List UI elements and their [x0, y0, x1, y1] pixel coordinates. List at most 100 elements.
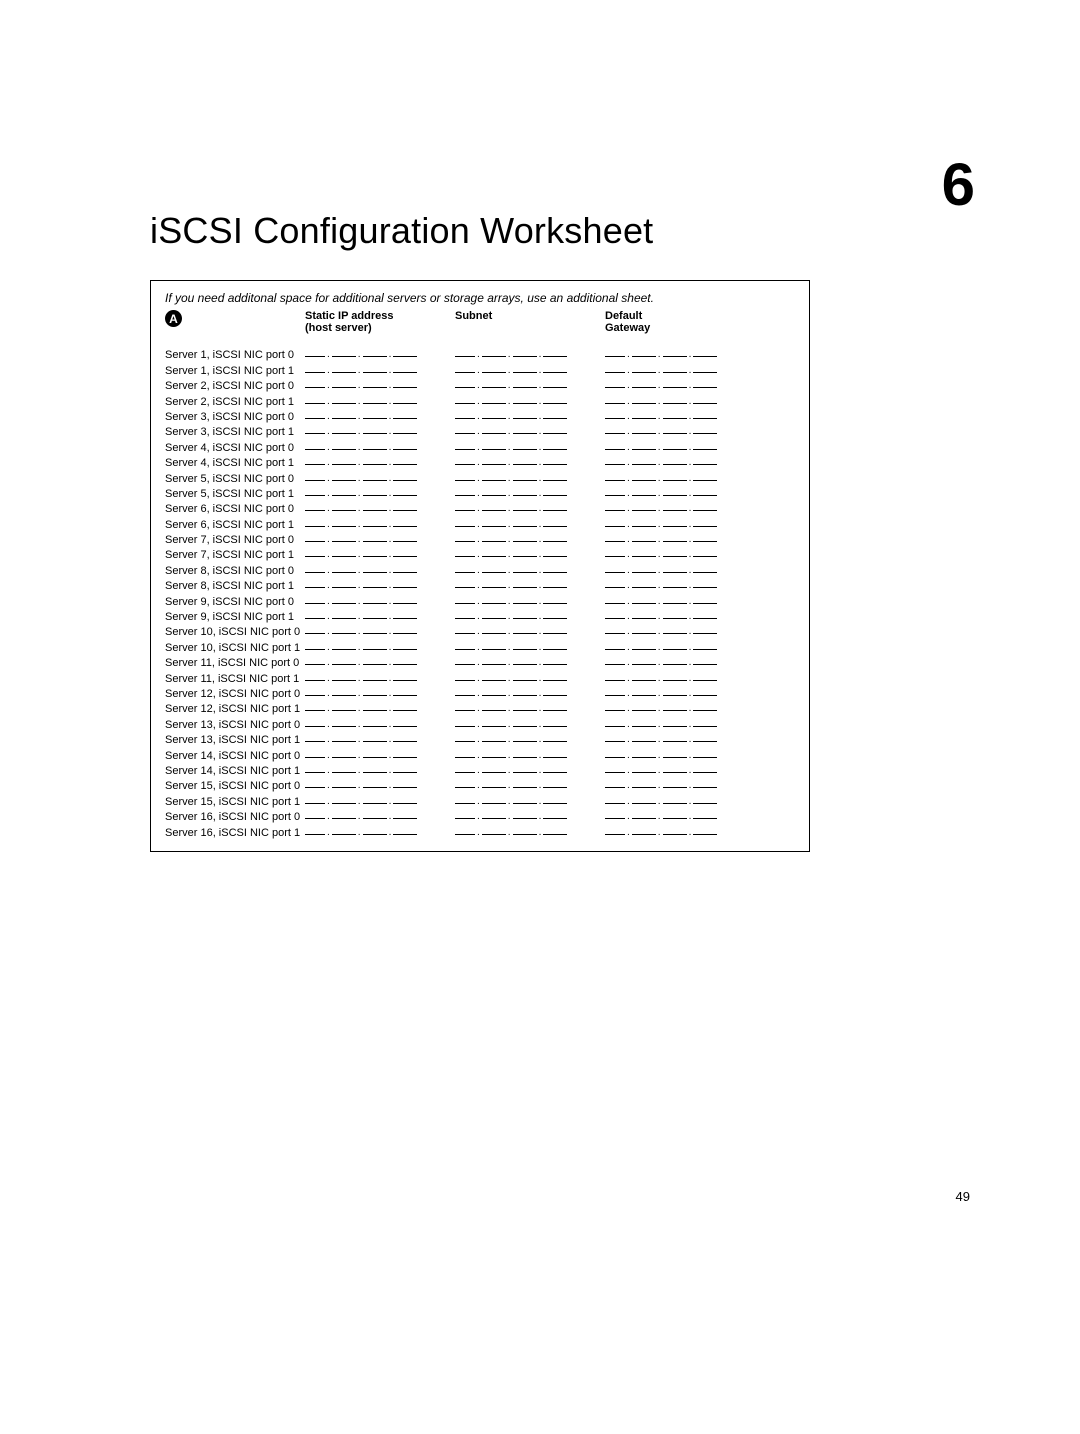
- gateway-cell: ...: [605, 456, 755, 469]
- ip-octet-blank: [332, 786, 356, 788]
- dot-separator: .: [325, 658, 332, 669]
- dot-separator: .: [387, 520, 394, 531]
- dot-separator: .: [687, 828, 694, 839]
- ip-octet-blank: [543, 586, 567, 588]
- dot-separator: .: [475, 828, 482, 839]
- ip-octet-blank: [513, 802, 537, 804]
- dot-separator: .: [325, 550, 332, 561]
- dot-separator: .: [537, 689, 544, 700]
- ip-octet-blank: [513, 833, 537, 835]
- dot-separator: .: [687, 474, 694, 485]
- ip-blank-field: ...: [305, 656, 455, 669]
- ip-octet-blank: [632, 555, 656, 557]
- dot-separator: .: [387, 643, 394, 654]
- dot-separator: .: [387, 781, 394, 792]
- ip-octet-blank: [305, 463, 325, 465]
- ip-octet-blank: [543, 817, 567, 819]
- ip-octet-blank: [513, 402, 537, 404]
- dot-separator: .: [387, 566, 394, 577]
- dot-separator: .: [325, 674, 332, 685]
- dot-separator: .: [325, 366, 332, 377]
- ip-octet-blank: [513, 817, 537, 819]
- ip-blank-field: ...: [455, 425, 605, 438]
- ip-octet-blank: [332, 386, 356, 388]
- dot-separator: .: [356, 366, 363, 377]
- ip-octet-blank: [332, 371, 356, 373]
- dot-separator: .: [656, 581, 663, 592]
- table-row: Server 8, iSCSI NIC port 0.........: [165, 561, 795, 576]
- ip-octet-blank: [455, 586, 475, 588]
- ip-octet-blank: [605, 509, 625, 511]
- ip-octet-blank: [455, 602, 475, 604]
- ip-octet-blank: [543, 709, 567, 711]
- gateway-cell: ...: [605, 364, 755, 377]
- dot-separator: .: [537, 781, 544, 792]
- ip-blank-field: ...: [455, 718, 605, 731]
- table-row: Server 14, iSCSI NIC port 0.........: [165, 746, 795, 761]
- row-label: Server 5, iSCSI NIC port 0: [165, 473, 305, 485]
- dot-separator: .: [537, 412, 544, 423]
- dot-separator: .: [506, 566, 513, 577]
- dot-separator: .: [325, 474, 332, 485]
- table-row: Server 2, iSCSI NIC port 0.........: [165, 377, 795, 392]
- dot-separator: .: [537, 812, 544, 823]
- subnet-cell: ...: [455, 518, 605, 531]
- gateway-cell: ...: [605, 672, 755, 685]
- ip-octet-blank: [393, 833, 417, 835]
- ip-octet-blank: [513, 571, 537, 573]
- ip-blank-field: ...: [605, 579, 755, 592]
- row-label: Server 12, iSCSI NIC port 1: [165, 703, 305, 715]
- ip-blank-field: ...: [605, 749, 755, 762]
- ip-octet-blank: [393, 817, 417, 819]
- ip-octet-blank: [693, 833, 717, 835]
- ip-octet-blank: [632, 617, 656, 619]
- dot-separator: .: [537, 550, 544, 561]
- ip-blank-field: ...: [305, 564, 455, 577]
- dot-separator: .: [475, 397, 482, 408]
- subnet-cell: ...: [455, 379, 605, 392]
- ip-octet-blank: [332, 632, 356, 634]
- ip-octet-blank: [513, 432, 537, 434]
- dot-separator: .: [506, 797, 513, 808]
- ip-blank-field: ...: [605, 456, 755, 469]
- dot-separator: .: [325, 412, 332, 423]
- ip-octet-blank: [605, 786, 625, 788]
- ip-blank-field: ...: [605, 348, 755, 361]
- ip-octet-blank: [513, 586, 537, 588]
- subnet-cell: ...: [455, 502, 605, 515]
- dot-separator: .: [475, 597, 482, 608]
- dot-separator: .: [625, 489, 632, 500]
- ip-blank-field: ...: [305, 687, 455, 700]
- table-row: Server 1, iSCSI NIC port 0.........: [165, 346, 795, 361]
- ip-octet-blank: [693, 756, 717, 758]
- dot-separator: .: [687, 489, 694, 500]
- gateway-cell: ...: [605, 564, 755, 577]
- ip-octet-blank: [482, 509, 506, 511]
- ip-octet-blank: [482, 786, 506, 788]
- row-label: Server 7, iSCSI NIC port 1: [165, 549, 305, 561]
- ip-octet-blank: [305, 694, 325, 696]
- ip-octet-blank: [605, 602, 625, 604]
- row-label: Server 6, iSCSI NIC port 1: [165, 519, 305, 531]
- ip-blank-field: ...: [305, 379, 455, 392]
- dot-separator: .: [387, 397, 394, 408]
- ip-octet-blank: [632, 771, 656, 773]
- table-row: Server 8, iSCSI NIC port 1.........: [165, 577, 795, 592]
- dot-separator: .: [687, 735, 694, 746]
- dot-separator: .: [356, 412, 363, 423]
- ip-octet-blank: [455, 632, 475, 634]
- dot-separator: .: [506, 535, 513, 546]
- subnet-cell: ...: [455, 395, 605, 408]
- ip-octet-blank: [332, 448, 356, 450]
- dot-separator: .: [537, 597, 544, 608]
- gateway-cell: ...: [605, 441, 755, 454]
- ip-blank-field: ...: [455, 548, 605, 561]
- dot-separator: .: [687, 550, 694, 561]
- ip-octet-blank: [605, 432, 625, 434]
- ip-cell: ...: [305, 749, 455, 762]
- ip-octet-blank: [543, 402, 567, 404]
- ip-octet-blank: [393, 632, 417, 634]
- table-row: Server 13, iSCSI NIC port 0.........: [165, 715, 795, 730]
- ip-octet-blank: [693, 525, 717, 527]
- gateway-cell: ...: [605, 749, 755, 762]
